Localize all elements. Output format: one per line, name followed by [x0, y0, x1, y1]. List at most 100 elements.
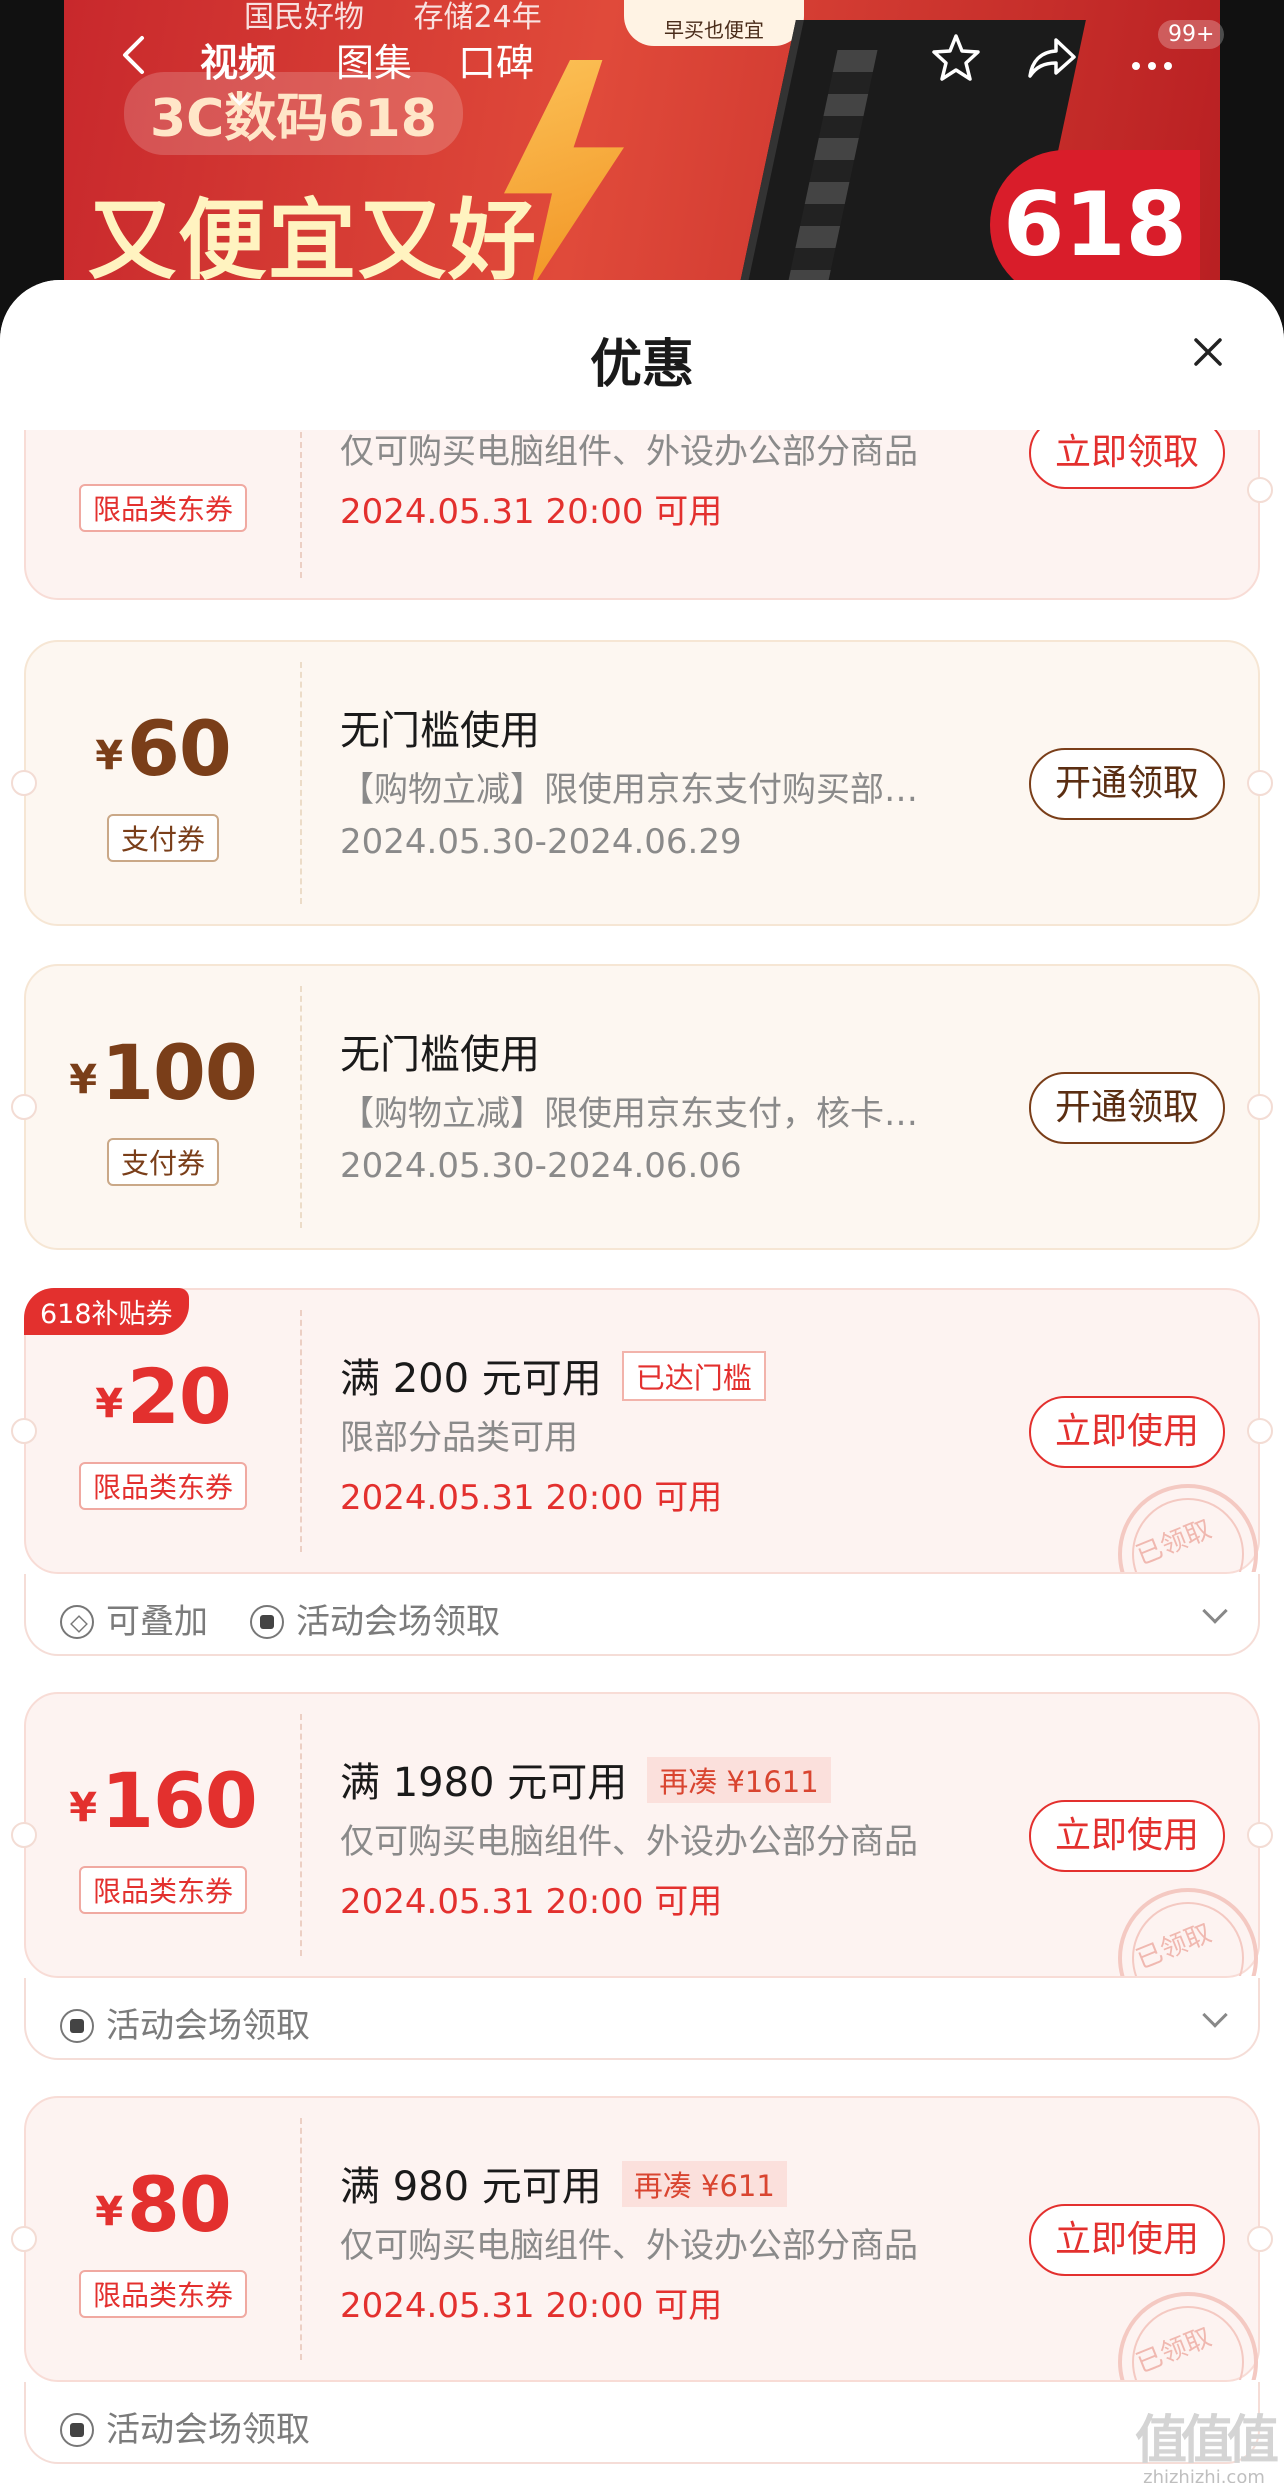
- venue-claim-label: 活动会场领取: [60, 2402, 310, 2451]
- star-icon[interactable]: [928, 30, 984, 86]
- claimed-stamp: 已领取: [1112, 2284, 1258, 2380]
- card-notch: [1247, 2226, 1273, 2252]
- card-divider: [300, 1310, 302, 1552]
- close-icon[interactable]: [1186, 330, 1230, 374]
- venue-claim-text: 活动会场领取: [106, 2006, 310, 2046]
- coupon-value: 100: [101, 1028, 258, 1117]
- coupon-type-tag: 限品类东券: [78, 484, 248, 532]
- card-notch: [1247, 1822, 1273, 1848]
- card-notch: [1247, 1094, 1273, 1120]
- stackable-text: 可叠加: [106, 1602, 208, 1642]
- coupon-threshold: 满 1980 元可用: [340, 1760, 628, 1806]
- coupon-description: 【购物立减】限使用京东支付，核卡…: [340, 1094, 918, 1134]
- threshold-status-chip: 已达门槛: [621, 1351, 766, 1401]
- message-count-badge: 99+: [1158, 20, 1225, 49]
- coupon-title: 满 1980 元可用 再凑 ¥1611: [340, 1750, 831, 1808]
- coupon-validity: 2024.05.30-2024.06.06: [340, 1146, 742, 1186]
- coupon-amount: ¥60: [26, 704, 300, 793]
- stackable-label: 可叠加: [60, 1594, 208, 1643]
- coupon-description: 【购物立减】限使用京东支付购买部…: [340, 770, 918, 810]
- yen-symbol: ¥: [69, 1057, 98, 1103]
- coupon-sheet: ¥300 限品类东券 仅可购买电脑组件、外设办公部分商品 2024.05.31 …: [0, 280, 1284, 2483]
- coupon-card: ¥100 支付券 无门槛使用 【购物立减】限使用京东支付，核卡… 2024.05…: [11, 964, 1273, 1250]
- yen-symbol: ¥: [95, 2189, 124, 2235]
- coupon-validity: 2024.05.31 20:00 可用: [340, 1478, 723, 1518]
- card-notch: [1247, 770, 1273, 796]
- coupon-type-tag: 支付券: [106, 814, 220, 862]
- claimed-stamp: 已领取: [1112, 1476, 1258, 1572]
- coupon-card: ¥60 支付券 无门槛使用 【购物立减】限使用京东支付购买部… 2024.05.…: [11, 640, 1273, 926]
- venue-claim-text: 活动会场领取: [106, 2410, 310, 2450]
- chevron-down-icon[interactable]: [1202, 2002, 1228, 2028]
- sheet-header: 优惠: [0, 280, 1284, 430]
- coupon-amount: ¥20: [26, 1352, 300, 1441]
- banner-618-badge: 618: [990, 150, 1200, 300]
- coupon-validity: 2024.05.31 20:00 可用: [340, 1882, 723, 1922]
- use-now-button[interactable]: 立即使用: [1029, 1800, 1225, 1872]
- stack-icon: [60, 1605, 94, 1639]
- yen-symbol: ¥: [95, 733, 124, 779]
- sheet-title: 优惠: [589, 335, 694, 395]
- coupon-type-tag: 限品类东券: [78, 1462, 248, 1510]
- coupon-value: 160: [101, 1756, 258, 1845]
- coupon-value: 60: [127, 704, 232, 793]
- coupon-threshold: 满 980 元可用: [340, 2164, 602, 2210]
- card-notch: [1247, 1418, 1273, 1444]
- use-now-button[interactable]: 立即使用: [1029, 2204, 1225, 2276]
- venue-claim-label: 活动会场领取: [60, 1998, 310, 2047]
- coupon-value: 20: [127, 1352, 232, 1441]
- coupon-card: ¥80 限品类东券 满 980 元可用 再凑 ¥611 仅可购买电脑组件、外设办公…: [11, 2096, 1273, 2382]
- tab-gallery[interactable]: 图集: [336, 32, 412, 87]
- banner-promo-line2: 又便宜又好: [88, 189, 539, 292]
- use-now-button[interactable]: 立即使用: [1029, 1396, 1225, 1468]
- coupon-description: 限部分品类可用: [340, 1418, 578, 1458]
- coupon-threshold: 满 200 元可用: [340, 1356, 602, 1402]
- back-arrow-icon[interactable]: [110, 30, 160, 80]
- venue-icon: [60, 2009, 94, 2043]
- coupon-description: 仅可购买电脑组件、外设办公部分商品: [340, 1822, 918, 1862]
- activate-claim-button[interactable]: 开通领取: [1029, 748, 1225, 820]
- coupon-value: 80: [127, 2160, 232, 2249]
- watermark-logo: 值值值: [1134, 2411, 1279, 2471]
- chevron-down-icon[interactable]: [1202, 1598, 1228, 1624]
- coupon-title: 无门槛使用: [340, 708, 540, 754]
- tab-video[interactable]: 视频: [200, 32, 276, 87]
- venue-claim-label: 活动会场领取: [250, 1594, 500, 1643]
- share-icon[interactable]: [1024, 30, 1080, 86]
- coupon-list[interactable]: ¥300 限品类东券 仅可购买电脑组件、外设办公部分商品 2024.05.31 …: [0, 280, 1284, 2483]
- tab-reviews[interactable]: 口碑: [458, 32, 534, 87]
- coupon-card: ¥160 限品类东券 满 1980 元可用 再凑 ¥1611 仅可购买电脑组件、外…: [11, 1692, 1273, 1978]
- venue-claim-text: 活动会场领取: [296, 1602, 500, 1642]
- coupon-type-tag: 支付券: [106, 1138, 220, 1186]
- coupon-description: 仅可购买电脑组件、外设办公部分商品: [340, 432, 918, 472]
- coupon-title: 满 200 元可用 已达门槛: [340, 1346, 766, 1404]
- coupon-validity: 2024.05.31 20:00 可用: [340, 2286, 723, 2326]
- coupon-title: 无门槛使用: [340, 1032, 540, 1078]
- coupon-description: 仅可购买电脑组件、外设办公部分商品: [340, 2226, 918, 2266]
- coupon-footer[interactable]: 可叠加 活动会场领取: [24, 1574, 1260, 1656]
- coupon-amount: ¥160: [26, 1756, 300, 1845]
- yen-symbol: ¥: [95, 1381, 124, 1427]
- top-nav-bar: 视频 图集 口碑 99+: [0, 20, 1284, 90]
- coupon-card: 618补贴券 ¥20 限品类东券 满 200 元可用 已达门槛 限部分品类可用 2…: [11, 1288, 1273, 1574]
- coupon-title: 满 980 元可用 再凑 ¥611: [340, 2154, 787, 2212]
- coupon-amount: ¥100: [26, 1028, 300, 1117]
- card-divider: [300, 2118, 302, 2360]
- venue-icon: [60, 2413, 94, 2447]
- coupon-type-tag: 限品类东券: [78, 1866, 248, 1914]
- watermark-url: zhizhizhi.com: [1143, 2467, 1265, 2483]
- coupon-validity: 2024.05.31 20:00 可用: [340, 492, 723, 532]
- coupon-footer[interactable]: 活动会场领取: [24, 1978, 1260, 2060]
- amount-needed-chip: 再凑 ¥1611: [647, 1757, 831, 1803]
- coupon-amount: ¥80: [26, 2160, 300, 2249]
- venue-icon: [250, 1605, 284, 1639]
- site-watermark: 值值值 zhizhizhi.com: [1134, 2398, 1279, 2483]
- claimed-stamp: 已领取: [1112, 1880, 1258, 1976]
- card-divider: [300, 1714, 302, 1956]
- coupon-footer[interactable]: 活动会场领取: [24, 2382, 1260, 2464]
- activate-claim-button[interactable]: 开通领取: [1029, 1072, 1225, 1144]
- card-divider: [300, 986, 302, 1228]
- subsidy-ribbon: 618补贴券: [24, 1288, 189, 1335]
- amount-needed-chip: 再凑 ¥611: [621, 2161, 787, 2207]
- card-notch: [1247, 477, 1273, 503]
